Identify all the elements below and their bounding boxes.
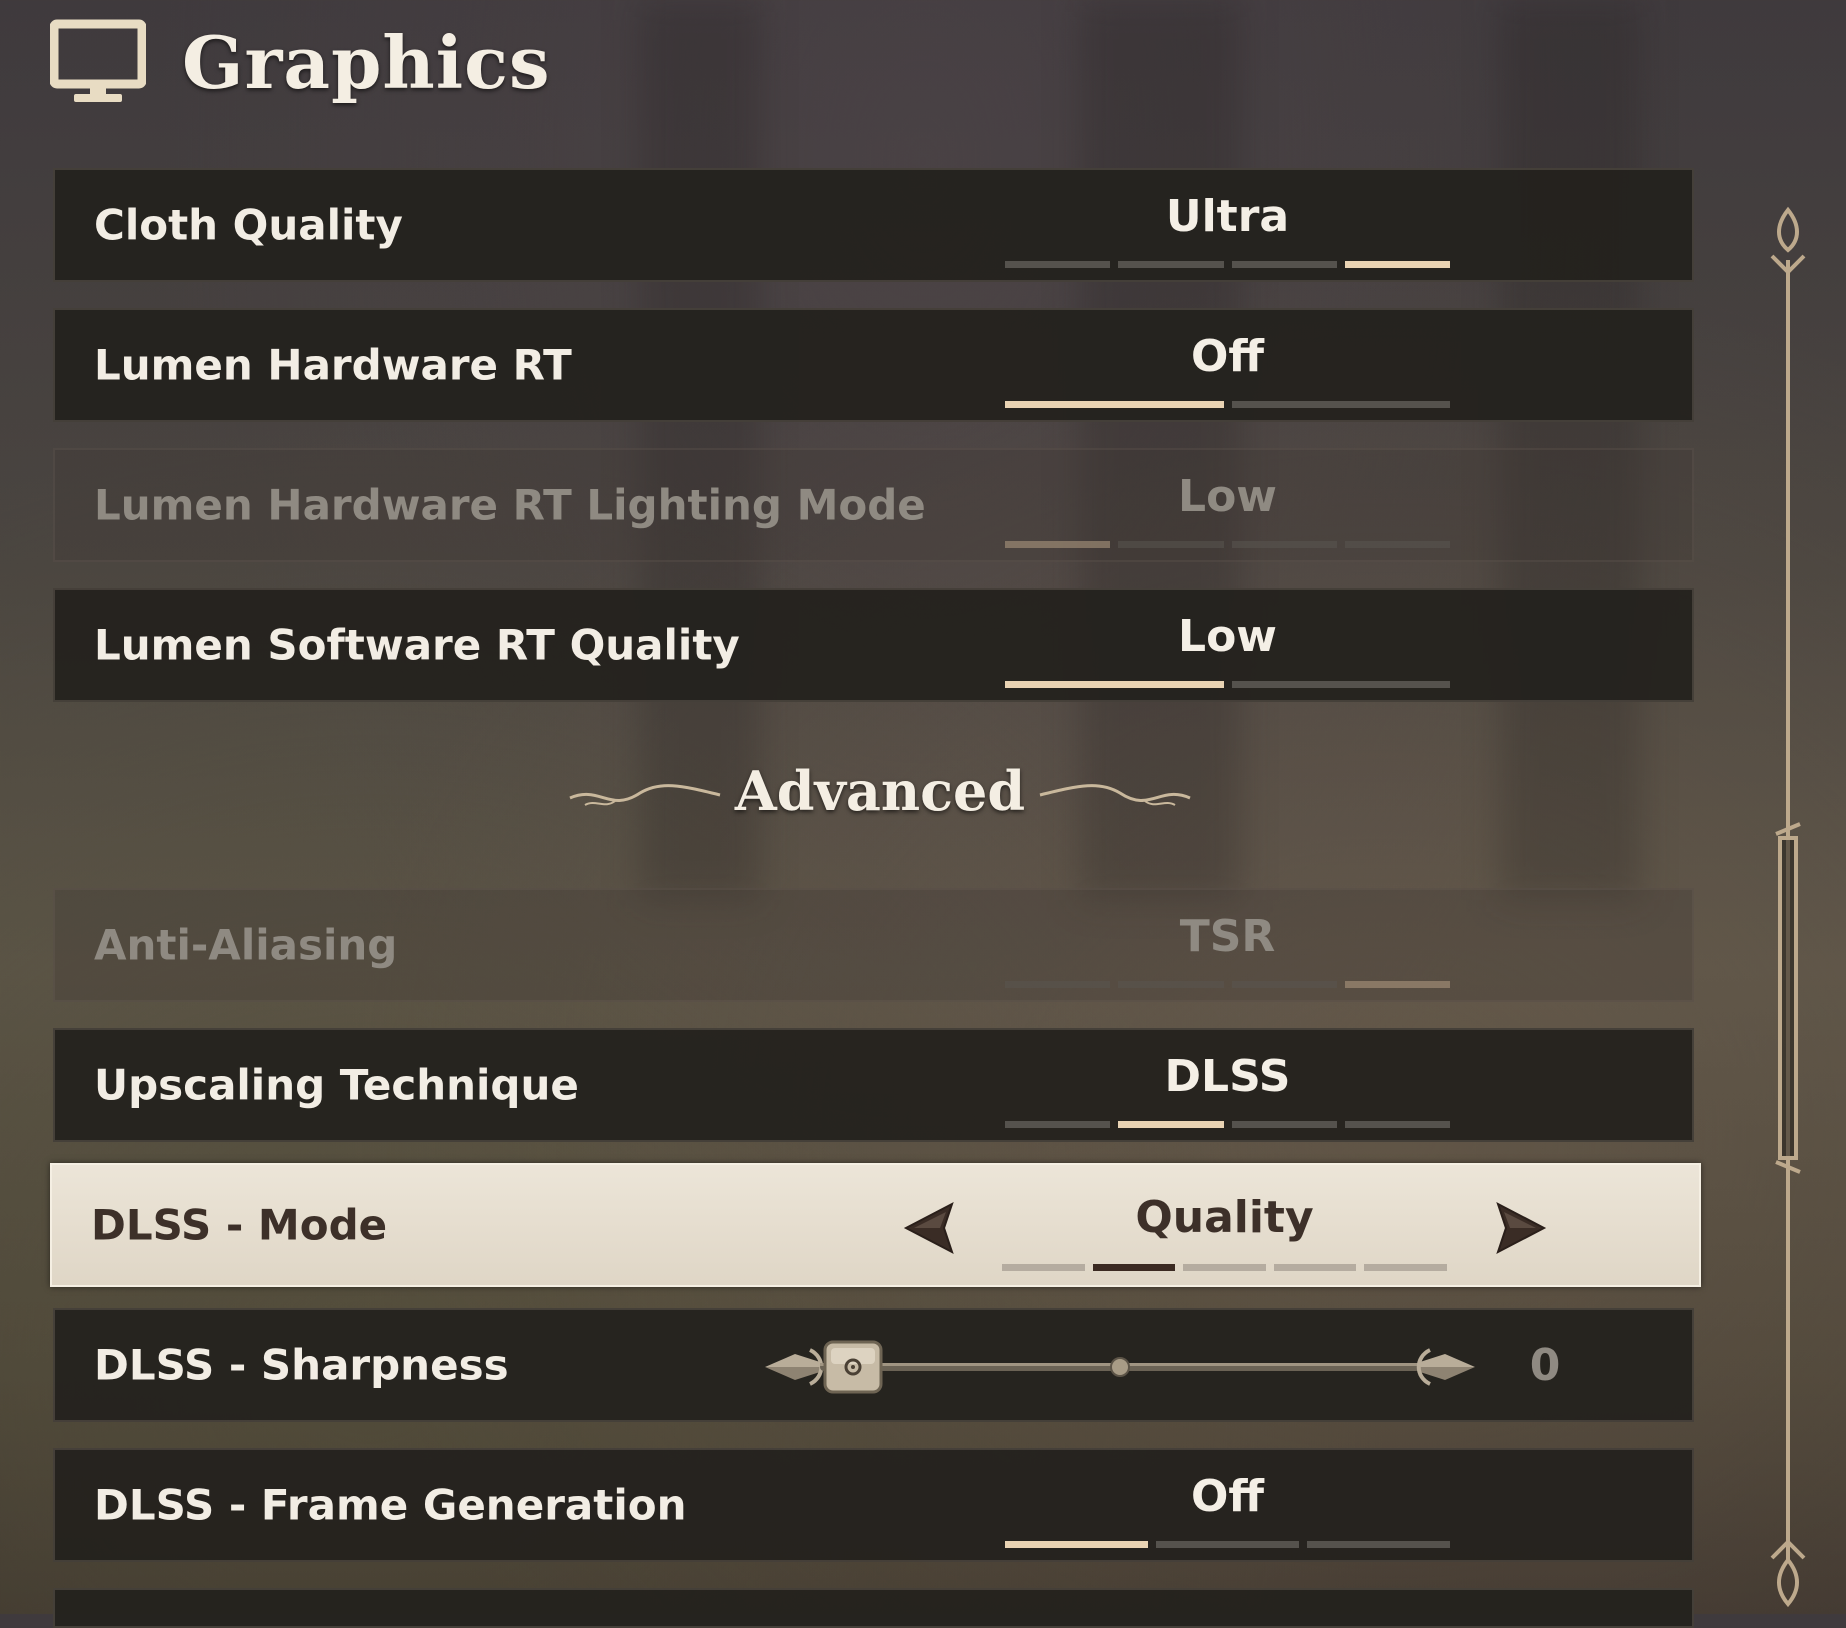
- setting-value: DLSS: [1164, 1051, 1291, 1102]
- monitor-icon: [50, 19, 146, 102]
- option-segment: [1344, 261, 1450, 268]
- option-segment: [1231, 1121, 1337, 1128]
- setting-label: Lumen Hardware RT Lighting Mode: [94, 480, 926, 530]
- option-segment: [1092, 1264, 1176, 1271]
- setting-value: Off: [1190, 1471, 1265, 1522]
- option-indicator: [1002, 1264, 1447, 1271]
- option-segment: [1183, 1264, 1266, 1271]
- scrollbar[interactable]: [1758, 200, 1818, 1614]
- option-indicator: [1005, 1121, 1450, 1128]
- option-segment: [1231, 981, 1337, 988]
- sharpness-slider[interactable]: [765, 1332, 1475, 1402]
- setting-label: Anti-Aliasing: [94, 920, 398, 970]
- setting-value: Off: [1190, 331, 1265, 382]
- arrow-right-icon[interactable]: [1492, 1200, 1548, 1256]
- setting-label: DLSS - Frame Generation: [94, 1480, 687, 1530]
- option-segment: [1231, 681, 1450, 688]
- option-indicator: [1005, 261, 1450, 268]
- slider-handle[interactable]: [823, 1340, 883, 1394]
- setting-value: Low: [1178, 471, 1277, 522]
- option-segment: [1005, 261, 1111, 268]
- setting-value: Ultra: [1165, 191, 1290, 242]
- option-indicator: [1005, 981, 1450, 988]
- option-segment: [1273, 1264, 1357, 1271]
- option-segment: [1156, 1541, 1299, 1548]
- option-segment: [1231, 541, 1337, 548]
- option-indicator: [1005, 541, 1450, 548]
- setting-value: Quality: [1135, 1192, 1314, 1243]
- setting-row-anti-aliasing: Anti-Aliasing TSR: [53, 888, 1694, 1002]
- option-segment: [1307, 1541, 1450, 1548]
- setting-label: Cloth Quality: [94, 200, 403, 250]
- option-segment: [1005, 401, 1224, 408]
- setting-row-cloth-quality[interactable]: Cloth Quality Ultra: [53, 168, 1694, 282]
- option-segment: [1364, 1264, 1447, 1271]
- option-segment: [1344, 1121, 1450, 1128]
- option-segment: [1118, 981, 1224, 988]
- section-title: Advanced: [734, 759, 1026, 823]
- setting-row-dlss-sharpness[interactable]: DLSS - Sharpness 0: [53, 1308, 1694, 1422]
- page-header: Graphics: [50, 12, 551, 112]
- option-segment: [1118, 541, 1224, 548]
- option-segment: [1005, 541, 1111, 548]
- option-segment: [1118, 261, 1224, 268]
- setting-row-lumen-hardware-rt-lighting-mode: Lumen Hardware RT Lighting Mode Low: [53, 448, 1694, 562]
- option-segment: [1005, 1121, 1111, 1128]
- option-indicator: [1005, 401, 1450, 408]
- arrow-left-icon[interactable]: [902, 1200, 958, 1256]
- setting-row-lumen-software-rt-quality[interactable]: Lumen Software RT Quality Low: [53, 588, 1694, 702]
- setting-label: Lumen Software RT Quality: [94, 620, 740, 670]
- setting-label: DLSS - Mode: [91, 1200, 388, 1250]
- setting-label: Upscaling Technique: [94, 1060, 579, 1110]
- setting-row-dlss-frame-generation[interactable]: DLSS - Frame Generation Off: [53, 1448, 1694, 1562]
- option-segment: [1005, 1541, 1148, 1548]
- setting-value: Low: [1178, 611, 1277, 662]
- scrollbar-thumb[interactable]: [1775, 822, 1801, 1174]
- option-segment: [1005, 681, 1224, 688]
- option-segment: [1231, 401, 1450, 408]
- setting-row-partial[interactable]: [53, 1588, 1694, 1628]
- option-segment: [1118, 1121, 1224, 1128]
- option-indicator: [1005, 681, 1450, 688]
- page-title: Graphics: [182, 19, 551, 105]
- setting-value: TSR: [1179, 911, 1276, 962]
- option-indicator: [1005, 1541, 1450, 1548]
- option-segment: [1344, 981, 1450, 988]
- setting-row-upscaling-technique[interactable]: Upscaling Technique DLSS: [53, 1028, 1694, 1142]
- option-segment: [1005, 981, 1111, 988]
- option-segment: [1231, 261, 1337, 268]
- setting-label: Lumen Hardware RT: [94, 340, 572, 390]
- setting-label: DLSS - Sharpness: [94, 1340, 509, 1390]
- section-header-advanced: Advanced: [140, 745, 1620, 845]
- setting-row-dlss-mode[interactable]: DLSS - Mode Quality: [50, 1163, 1701, 1287]
- setting-row-lumen-hardware-rt[interactable]: Lumen Hardware RT Off: [53, 308, 1694, 422]
- option-segment: [1344, 541, 1450, 548]
- slider-value: 0: [1529, 1340, 1561, 1391]
- option-segment: [1002, 1264, 1085, 1271]
